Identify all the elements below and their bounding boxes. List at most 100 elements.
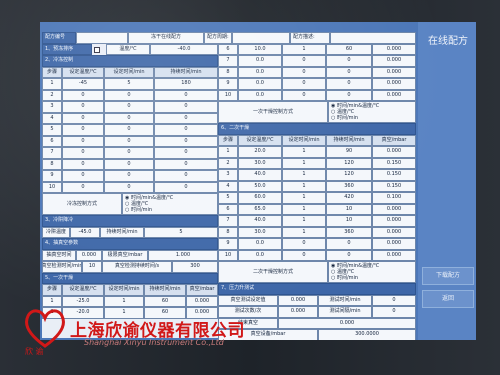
secondary-cell[interactable]: 0 <box>326 238 372 250</box>
secondary-cell[interactable]: 0 <box>282 249 326 261</box>
primary-tail-cell[interactable]: 0.000 <box>372 78 416 90</box>
primary-tail-cell[interactable]: 0.000 <box>372 55 416 67</box>
prefreeze-temp-value[interactable]: -40.0 <box>150 43 218 55</box>
secondary-cell[interactable]: 0.000 <box>372 215 416 227</box>
secondary-cell[interactable]: 0.000 <box>372 146 416 158</box>
freeze-cell[interactable]: 0 <box>62 170 104 182</box>
primary-tail-cell[interactable]: 0 <box>326 66 372 78</box>
secondary-cell[interactable]: 10 <box>326 203 372 215</box>
secondary-cell[interactable]: 120 <box>326 157 372 169</box>
freeze-cell[interactable]: 0 <box>154 101 218 113</box>
vacuum-check-time-value[interactable]: 10 <box>82 261 102 273</box>
freeze-cell[interactable]: 0 <box>154 181 218 193</box>
primary-tail-cell[interactable]: 0.000 <box>372 66 416 78</box>
secondary-cell[interactable]: 1 <box>282 169 326 181</box>
freeze-cell[interactable]: 0 <box>104 158 154 170</box>
secondary-cell[interactable]: 0.150 <box>372 169 416 181</box>
freeze-cell[interactable]: 0 <box>154 158 218 170</box>
primary-tail-cell[interactable]: 0.0 <box>238 78 282 90</box>
primary-tail-cell[interactable]: 0.0 <box>238 66 282 78</box>
freeze-cell[interactable]: 0 <box>104 170 154 182</box>
secondary-cell[interactable]: 0 <box>282 238 326 250</box>
trap-temp-value[interactable]: -45.0 <box>70 226 100 238</box>
radio-option[interactable]: ○ 时间/min <box>331 115 379 121</box>
vacuum-check-dur-value[interactable]: 300 <box>172 261 218 273</box>
secondary-cell[interactable]: 0.000 <box>372 238 416 250</box>
secondary-cell[interactable]: 360 <box>326 226 372 238</box>
secondary-cell[interactable]: 420 <box>326 192 372 204</box>
pressure-count-value[interactable]: 0 <box>372 306 416 318</box>
secondary-cell[interactable]: 0.000 <box>372 226 416 238</box>
primary-tail-cell[interactable]: 0 <box>282 55 326 67</box>
radio-option[interactable]: ○ 时间/min <box>125 207 173 213</box>
primary-tail-cell[interactable]: 0.000 <box>372 43 416 55</box>
secondary-mode-radio[interactable]: ◉ 时间/min&温度/℃ ○ 温度/℃ ○ 时间/min <box>331 263 379 281</box>
secondary-cell[interactable]: 1 <box>282 146 326 158</box>
vacuum-leak-value[interactable]: 0.000 <box>76 249 102 261</box>
freeze-cell[interactable]: 0 <box>62 135 104 147</box>
freeze-cell[interactable]: 0 <box>104 124 154 136</box>
freeze-cell[interactable]: 0 <box>154 170 218 182</box>
primary-tail-cell[interactable]: 0 <box>282 66 326 78</box>
freeze-cell[interactable]: 0 <box>62 181 104 193</box>
pressure-rise-value[interactable]: 0 <box>372 294 416 306</box>
vacuum-rate-value[interactable]: 1.000 <box>148 249 218 261</box>
secondary-cell[interactable]: 30.0 <box>238 226 282 238</box>
secondary-cell[interactable]: 0.100 <box>372 192 416 204</box>
secondary-cell[interactable]: 1 <box>282 192 326 204</box>
primary-tail-cell[interactable]: 0.0 <box>238 55 282 67</box>
secondary-cell[interactable]: 0.0 <box>238 249 282 261</box>
secondary-cell[interactable]: 1 <box>282 226 326 238</box>
prefreeze-checkbox[interactable] <box>94 46 100 53</box>
primary-tail-cell[interactable]: 0.0 <box>238 89 282 101</box>
primary-mode-radio[interactable]: ◉ 时间/min&温度/℃ ○ 温度/℃ ○ 时间/min <box>331 103 379 121</box>
secondary-cell[interactable]: 1 <box>282 157 326 169</box>
secondary-cell[interactable]: 40.0 <box>238 169 282 181</box>
secondary-cell[interactable]: 0.000 <box>372 249 416 261</box>
primary-tail-cell[interactable]: 0 <box>326 78 372 90</box>
primary-tail-cell[interactable]: 1 <box>282 43 326 55</box>
recipe-period-field[interactable] <box>232 32 290 44</box>
secondary-cell[interactable]: 0.0 <box>238 238 282 250</box>
back-button[interactable]: 返回 <box>422 290 474 308</box>
freeze-cell[interactable]: 0 <box>62 158 104 170</box>
primary-tail-cell[interactable]: 10.0 <box>238 43 282 55</box>
secondary-cell[interactable]: 65.0 <box>238 203 282 215</box>
freeze-cell[interactable]: 0 <box>62 101 104 113</box>
secondary-cell[interactable]: 360 <box>326 180 372 192</box>
radio-option[interactable]: ○ 时间/min <box>331 275 379 281</box>
pressure-final-value[interactable]: 300.0000 <box>318 329 416 340</box>
secondary-cell[interactable]: 1 <box>282 180 326 192</box>
freeze-cell[interactable]: 180 <box>154 78 218 90</box>
freeze-cell[interactable]: 0 <box>62 89 104 101</box>
secondary-cell[interactable]: 0.000 <box>372 203 416 215</box>
primary-tail-cell[interactable]: 0 <box>282 89 326 101</box>
freeze-cell[interactable]: -45 <box>62 78 104 90</box>
freeze-cell[interactable]: 0 <box>62 112 104 124</box>
primary-tail-cell[interactable]: 0 <box>282 78 326 90</box>
freeze-cell[interactable]: 0 <box>104 101 154 113</box>
freeze-cell[interactable]: 0 <box>154 135 218 147</box>
secondary-cell[interactable]: 0.150 <box>372 157 416 169</box>
freeze-cell[interactable]: 0 <box>104 181 154 193</box>
pressure-check-value[interactable]: 0.000 <box>278 294 318 306</box>
recipe-no-field[interactable] <box>76 32 128 44</box>
secondary-cell[interactable]: 10 <box>326 215 372 227</box>
freeze-mode-radio[interactable]: ◉ 时间/min&温度/℃ ○ 温度/℃ ○ 时间/min <box>125 195 173 213</box>
secondary-cell[interactable]: 50.0 <box>238 180 282 192</box>
freeze-cell[interactable]: 0 <box>154 124 218 136</box>
secondary-cell[interactable]: 1 <box>282 203 326 215</box>
recipe-name-field[interactable]: 冻干在线配方 <box>128 32 204 44</box>
freeze-cell[interactable]: 0 <box>104 135 154 147</box>
secondary-cell[interactable]: 30.0 <box>238 157 282 169</box>
primary-tail-cell[interactable]: 0.000 <box>372 89 416 101</box>
freeze-cell[interactable]: 0 <box>62 124 104 136</box>
download-recipe-button[interactable]: 下载配方 <box>422 267 474 285</box>
secondary-cell[interactable]: 90 <box>326 146 372 158</box>
freeze-cell[interactable]: 0 <box>104 112 154 124</box>
recipe-desc-field[interactable] <box>330 32 416 44</box>
freeze-cell[interactable]: 0 <box>104 89 154 101</box>
secondary-cell[interactable]: 20.0 <box>238 146 282 158</box>
secondary-cell[interactable]: 120 <box>326 169 372 181</box>
primary-tail-cell[interactable]: 0 <box>326 55 372 67</box>
